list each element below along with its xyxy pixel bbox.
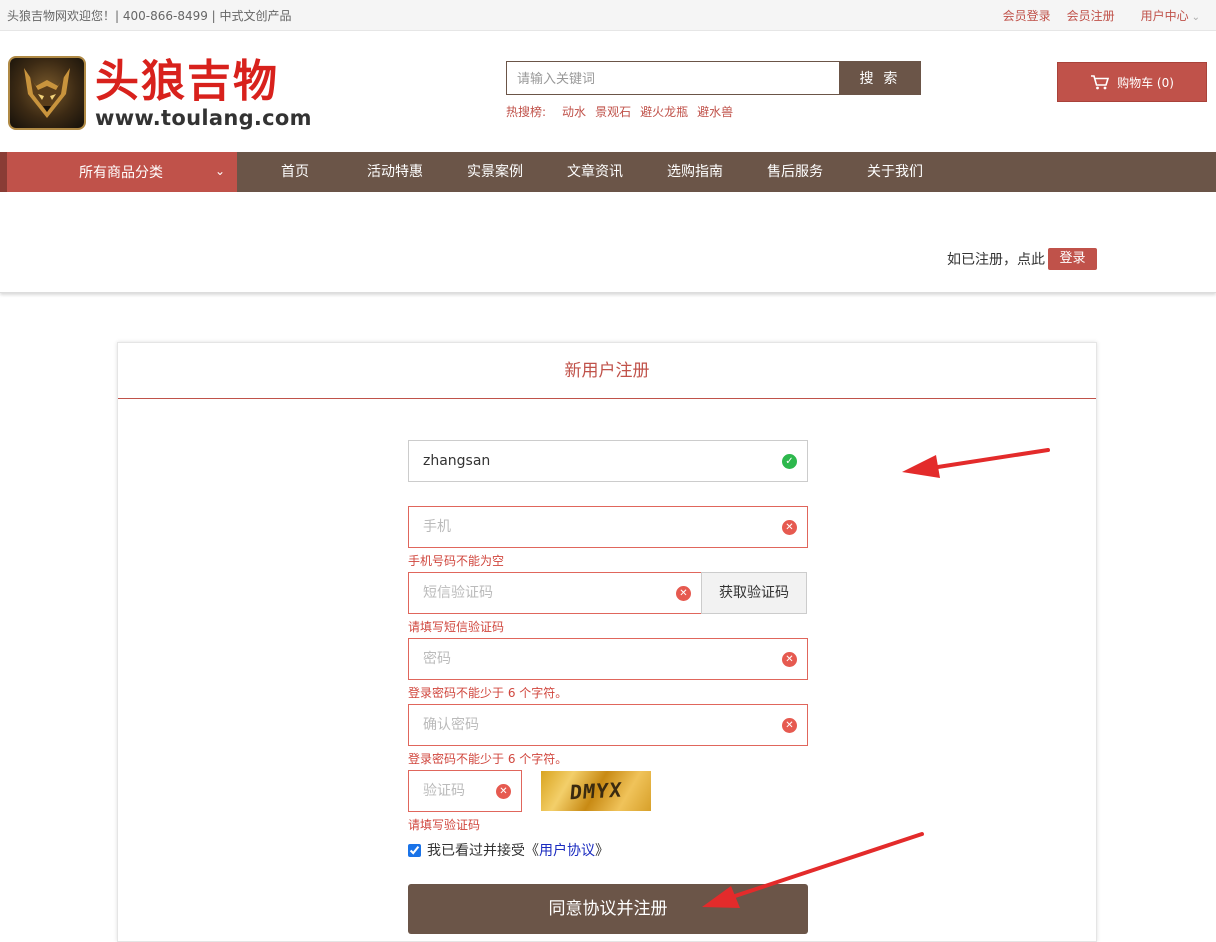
member-register-link[interactable]: 会员注册 bbox=[1067, 7, 1115, 24]
welcome-text: 头狼吉物网欢迎您！| 400-866-8499 | 中式文创产品 bbox=[7, 9, 292, 23]
captcha-image[interactable]: DMYX bbox=[541, 771, 651, 811]
nav-item-guide[interactable]: 选购指南 bbox=[645, 152, 745, 192]
password-error: 登录密码不能少于 6 个字符。 bbox=[408, 686, 568, 700]
nav-item-cases[interactable]: 实景案例 bbox=[445, 152, 545, 192]
captcha-text: DMYX bbox=[568, 777, 624, 805]
hot-search-item[interactable]: 避火龙瓶 bbox=[640, 103, 688, 120]
wolf-logo-icon bbox=[8, 56, 86, 130]
phone-input[interactable] bbox=[409, 507, 807, 547]
header: 头狼吉物 www.toulang.com 搜 索 热搜榜: 动水 景观石 避火龙… bbox=[0, 31, 1216, 152]
login-button[interactable]: 登录 bbox=[1048, 248, 1097, 270]
captcha-error: 请填写验证码 bbox=[408, 818, 481, 832]
user-agreement-link[interactable]: 用户协议 bbox=[539, 843, 595, 859]
agreement-checkbox[interactable] bbox=[408, 843, 421, 857]
logo-chinese-text: 头狼吉物 bbox=[95, 56, 279, 107]
agreement-row: 我已看过并接受《用户协议》 bbox=[408, 840, 609, 860]
nav-item-service[interactable]: 售后服务 bbox=[745, 152, 845, 192]
confirm-password-input[interactable] bbox=[409, 705, 807, 745]
nav-item-articles[interactable]: 文章资讯 bbox=[545, 152, 645, 192]
cart-icon bbox=[1091, 75, 1110, 90]
get-sms-code-button[interactable]: 获取验证码 bbox=[701, 572, 807, 614]
captcha-field: ✕ bbox=[408, 770, 522, 812]
sms-code-field: ✕ bbox=[408, 572, 702, 614]
hot-search-item[interactable]: 避水兽 bbox=[697, 103, 733, 120]
agreement-suffix: 》 bbox=[595, 843, 609, 859]
search-area: 搜 索 热搜榜: 动水 景观石 避火龙瓶 避水兽 bbox=[506, 61, 921, 120]
main-nav: 所有商品分类 ⌄ 首页 活动特惠 实景案例 文章资讯 选购指南 售后服务 关于我… bbox=[0, 152, 1216, 192]
register-card: 新用户注册 ✓ ✕ 手机号码不能为空 ✕ 获取验证码 请填写短信验证码 ✕ 登录… bbox=[117, 342, 1097, 942]
chevron-down-icon: ⌄ bbox=[214, 164, 225, 178]
all-categories-label: 所有商品分类 bbox=[79, 165, 163, 181]
register-title: 新用户注册 bbox=[118, 343, 1096, 399]
phone-error: 手机号码不能为空 bbox=[408, 554, 505, 568]
hot-search-item[interactable]: 景观石 bbox=[595, 103, 631, 120]
chevron-down-icon: ⌄ bbox=[1191, 12, 1200, 23]
hot-search: 热搜榜: 动水 景观石 避火龙瓶 避水兽 bbox=[506, 103, 921, 120]
error-icon: ✕ bbox=[782, 718, 797, 733]
user-center-menu[interactable]: 用户中心 ⌄ bbox=[1141, 7, 1200, 24]
confirm-password-error: 登录密码不能少于 6 个字符。 bbox=[408, 752, 568, 766]
top-links: 会员登录 会员注册 用户中心 ⌄ bbox=[1003, 7, 1200, 24]
password-input[interactable] bbox=[409, 639, 807, 679]
error-icon: ✕ bbox=[676, 586, 691, 601]
all-categories-menu[interactable]: 所有商品分类 ⌄ bbox=[0, 152, 237, 192]
member-login-link[interactable]: 会员登录 bbox=[1003, 7, 1051, 24]
sms-code-input[interactable] bbox=[409, 573, 701, 613]
phone-field: ✕ bbox=[408, 506, 808, 548]
check-icon: ✓ bbox=[782, 454, 797, 469]
sms-code-error: 请填写短信验证码 bbox=[408, 620, 505, 634]
cart-button[interactable]: 购物车 (0) bbox=[1057, 62, 1207, 102]
username-field: ✓ bbox=[408, 440, 808, 482]
password-field: ✕ bbox=[408, 638, 808, 680]
logo-url-text: www.toulang.com bbox=[95, 106, 312, 130]
username-input[interactable] bbox=[409, 441, 807, 481]
cart-label: 购物车 (0) bbox=[1117, 75, 1174, 90]
nav-item-home[interactable]: 首页 bbox=[245, 152, 345, 192]
login-prompt-text: 如已注册，点此 bbox=[947, 252, 1045, 268]
nav-item-promotions[interactable]: 活动特惠 bbox=[345, 152, 445, 192]
error-icon: ✕ bbox=[782, 520, 797, 535]
top-bar: 头狼吉物网欢迎您！| 400-866-8499 | 中式文创产品 会员登录 会员… bbox=[0, 0, 1216, 31]
nav-item-about[interactable]: 关于我们 bbox=[845, 152, 945, 192]
confirm-password-field: ✕ bbox=[408, 704, 808, 746]
search-button[interactable]: 搜 索 bbox=[839, 61, 921, 95]
hot-search-label: 热搜榜: bbox=[506, 105, 547, 119]
search-input[interactable] bbox=[506, 61, 839, 95]
error-icon: ✕ bbox=[496, 784, 511, 799]
login-prompt-bar: 如已注册，点此 登录 bbox=[0, 192, 1216, 293]
agreement-prefix: 我已看过并接受《 bbox=[427, 843, 539, 859]
register-submit-button[interactable]: 同意协议并注册 bbox=[408, 884, 808, 934]
error-icon: ✕ bbox=[782, 652, 797, 667]
user-center-label: 用户中心 bbox=[1140, 9, 1189, 23]
site-logo[interactable]: 头狼吉物 www.toulang.com bbox=[8, 56, 312, 130]
hot-search-item[interactable]: 动水 bbox=[562, 103, 586, 120]
